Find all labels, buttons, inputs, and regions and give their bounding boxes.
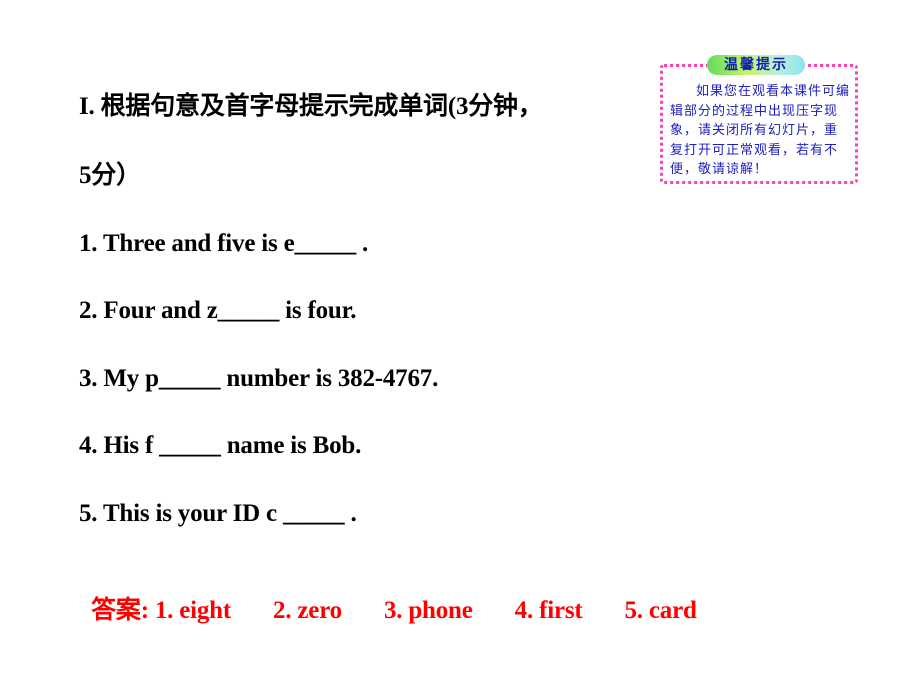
question-1: 1. Three and five is e_____ .: [79, 230, 369, 257]
exercise-title: I. 根据句意及首字母提示完成单词(3分钟，: [79, 93, 543, 120]
answer-3: 3. phone: [383, 597, 473, 624]
answer-1: 1. eight: [154, 597, 232, 624]
answer-2: 2. zero: [273, 597, 342, 624]
answer-label: 答案:: [91, 597, 149, 624]
tip-badge: 温馨提示: [707, 55, 805, 75]
exercise-title-continued: 5分）: [79, 162, 141, 189]
tip-text: 如果您在观看本课件可编辑部分的过程中出现压字现象，请关闭所有幻灯片，重复打开可正…: [670, 84, 851, 177]
question-4: 4. His f _____ name is Bob.: [79, 432, 362, 459]
question-3: 3. My p_____ number is 382-4767.: [79, 365, 439, 392]
answer-key: 答案: 1. eight 2. zero 3. phone 4. first 5. car…: [79, 566, 697, 626]
answer-5: 5. card: [624, 597, 697, 624]
question-2: 2. Four and z_____ is four.: [79, 297, 357, 324]
question-5: 5. This is your ID c _____ .: [79, 500, 357, 527]
answer-4: 4. first: [514, 597, 583, 624]
